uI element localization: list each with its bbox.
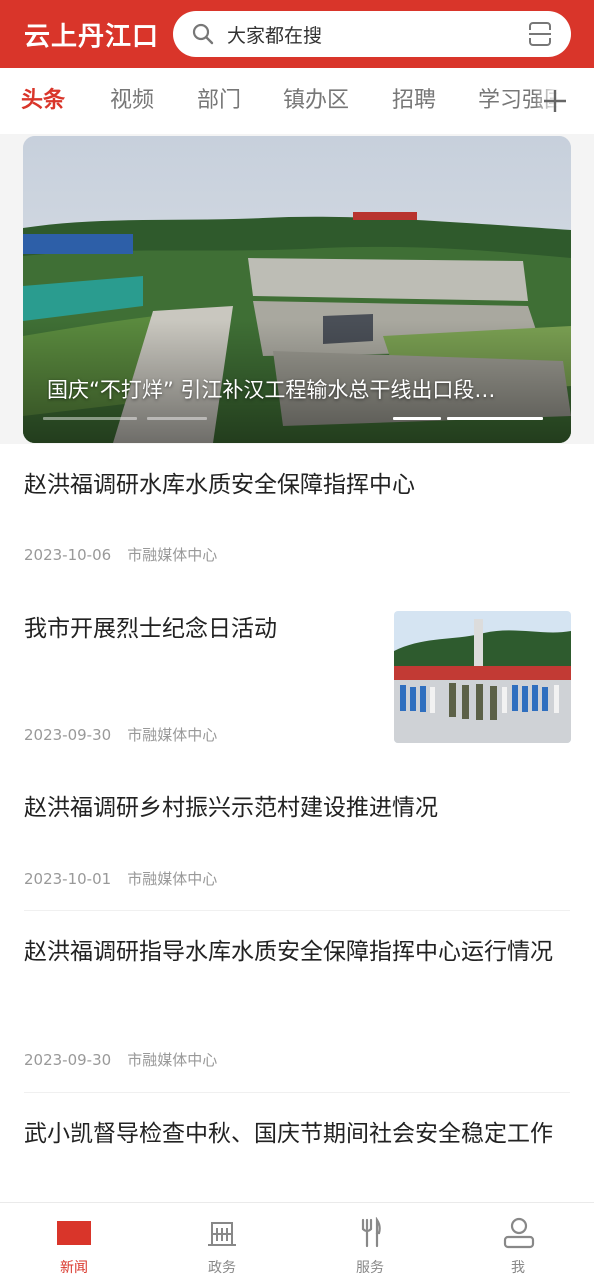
news-flag-icon [56, 1217, 92, 1249]
banner-title: 国庆“不打烊” 引江补汉工程输水总干线出口段… [47, 378, 496, 402]
search-bar[interactable]: 大家都在搜 [173, 11, 571, 57]
banner-carousel[interactable]: 国庆“不打烊” 引江补汉工程输水总干线出口段… [23, 136, 571, 443]
carousel-indicators [43, 417, 551, 421]
news-thumbnail [394, 611, 571, 743]
search-placeholder: 大家都在搜 [227, 24, 323, 47]
news-source: 市融媒体中心 [127, 870, 218, 888]
nav-me[interactable]: 我 [444, 1203, 594, 1280]
nav-news-label: 新闻 [60, 1260, 88, 1276]
news-meta: 2023-10-06 市融媒体中心 [24, 544, 217, 565]
carousel-dot[interactable] [447, 417, 543, 420]
nav-news[interactable]: 新闻 [0, 1203, 148, 1280]
tab-recruitment[interactable]: 招聘 [392, 68, 436, 134]
news-item[interactable]: 赵洪福调研乡村振兴示范村建设推进情况 2023-10-01 市融媒体中心 [0, 764, 594, 910]
tab-departments[interactable]: 部门 [197, 68, 241, 134]
news-item[interactable]: 赵洪福调研指导水库水质安全保障指挥中心运行情况 2023-09-30 市融媒体中心 [0, 911, 594, 1092]
tab-headlines[interactable]: 头条 [21, 68, 65, 134]
carousel-dot[interactable] [147, 417, 207, 420]
nav-me-label: 我 [511, 1260, 525, 1276]
search-icon [191, 22, 215, 46]
nav-services-label: 服务 [356, 1260, 384, 1276]
channel-tabs: 头条 视频 部门 镇办区 招聘 学习强国 [0, 68, 594, 134]
nav-services[interactable]: 服务 [296, 1203, 444, 1280]
fork-knife-icon [352, 1216, 388, 1249]
building-icon [204, 1217, 240, 1249]
news-title: 赵洪福调研乡村振兴示范村建设推进情况 [24, 795, 438, 821]
carousel-dot-active[interactable] [393, 417, 441, 420]
news-item[interactable]: 武小凯督导检查中秋、国庆节期间社会安全稳定工作 [0, 1093, 594, 1202]
tab-towns[interactable]: 镇办区 [283, 68, 349, 134]
scan-icon[interactable] [527, 21, 553, 47]
tab-video[interactable]: 视频 [110, 68, 154, 134]
news-date: 2023-09-30 [24, 1051, 112, 1069]
news-item[interactable]: 赵洪福调研水库水质安全保障指挥中心 2023-10-06 市融媒体中心 [0, 444, 594, 594]
news-date: 2023-10-01 [24, 870, 112, 888]
news-meta: 2023-09-30 市融媒体中心 [24, 724, 217, 745]
app-header: 云上丹江口 大家都在搜 [0, 0, 594, 68]
news-source: 市融媒体中心 [127, 726, 218, 744]
news-date: 2023-09-30 [24, 726, 112, 744]
carousel-dot[interactable] [43, 417, 137, 420]
news-source: 市融媒体中心 [127, 1051, 218, 1069]
news-item[interactable]: 我市开展烈士纪念日活动 2023-09-30 市融媒体中心 [0, 594, 594, 764]
bottom-nav: 新闻 政务 服务 我 [0, 1202, 594, 1280]
add-channel-icon[interactable] [542, 88, 568, 114]
news-source: 市融媒体中心 [127, 546, 218, 564]
news-title: 武小凯督导检查中秋、国庆节期间社会安全稳定工作 [24, 1121, 553, 1147]
news-meta: 2023-09-30 市融媒体中心 [24, 1049, 217, 1070]
news-title: 我市开展烈士纪念日活动 [24, 616, 277, 642]
news-title: 赵洪福调研指导水库水质安全保障指挥中心运行情况 [24, 939, 553, 965]
nav-government[interactable]: 政务 [148, 1203, 296, 1280]
news-title: 赵洪福调研水库水质安全保障指挥中心 [24, 472, 415, 498]
user-icon [501, 1217, 537, 1249]
app-brand-title: 云上丹江口 [24, 21, 160, 52]
news-date: 2023-10-06 [24, 546, 112, 564]
news-meta: 2023-10-01 市融媒体中心 [24, 868, 217, 889]
nav-government-label: 政务 [208, 1260, 236, 1276]
